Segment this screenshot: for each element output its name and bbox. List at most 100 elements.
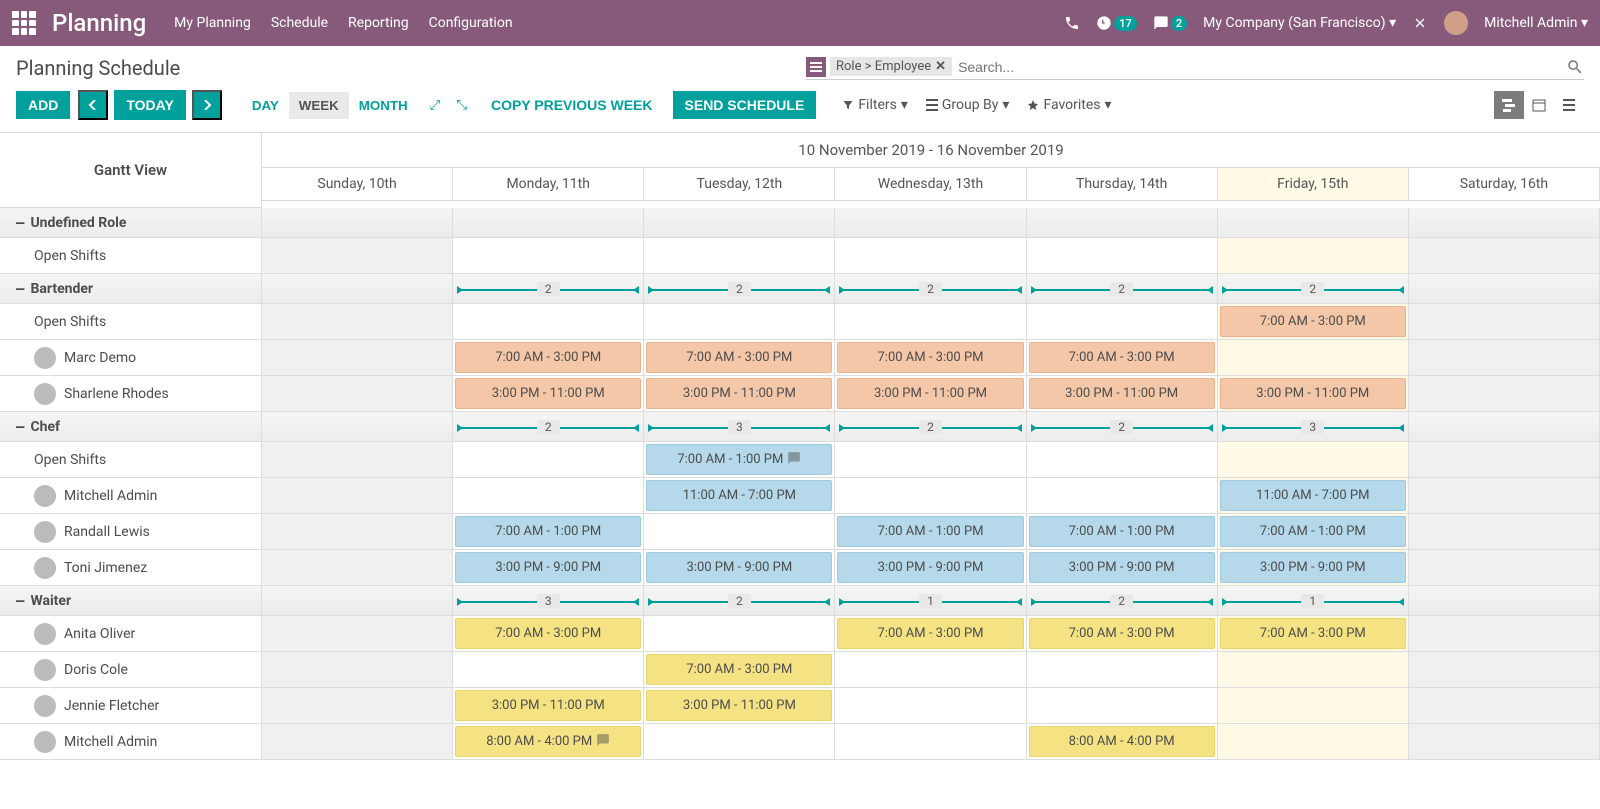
shift-cell[interactable] bbox=[1409, 238, 1600, 273]
shift-cell[interactable]: 11:00 AM - 7:00 PM bbox=[1218, 478, 1409, 513]
shift-cell[interactable] bbox=[262, 340, 453, 375]
shift-block[interactable]: 3:00 PM - 11:00 PM bbox=[837, 378, 1023, 409]
copy-previous-week-button[interactable]: COPY PREVIOUS WEEK bbox=[491, 97, 653, 113]
shift-cell[interactable]: 7:00 AM - 3:00 PM bbox=[1218, 304, 1409, 339]
shift-cell[interactable]: 3:00 PM - 9:00 PM bbox=[1218, 550, 1409, 585]
shift-block[interactable]: 7:00 AM - 3:00 PM bbox=[455, 618, 641, 649]
shift-cell[interactable] bbox=[262, 550, 453, 585]
shift-block[interactable]: 7:00 AM - 3:00 PM bbox=[1029, 618, 1215, 649]
shift-cell[interactable] bbox=[644, 514, 835, 549]
send-schedule-button[interactable]: SEND SCHEDULE bbox=[673, 91, 817, 119]
shift-cell[interactable] bbox=[1409, 304, 1600, 339]
shift-cell[interactable] bbox=[1409, 724, 1600, 759]
view-gantt[interactable] bbox=[1494, 91, 1524, 119]
shift-block[interactable]: 3:00 PM - 9:00 PM bbox=[1220, 552, 1406, 583]
shift-cell[interactable]: 3:00 PM - 11:00 PM bbox=[1218, 376, 1409, 411]
shift-cell[interactable] bbox=[1027, 304, 1218, 339]
shift-cell[interactable]: 7:00 AM - 1:00 PM bbox=[1027, 514, 1218, 549]
brand-title[interactable]: Planning bbox=[52, 9, 146, 37]
shift-cell[interactable]: 7:00 AM - 1:00 PM bbox=[644, 442, 835, 477]
shift-block[interactable]: 8:00 AM - 4:00 PM bbox=[1029, 726, 1215, 757]
shift-cell[interactable] bbox=[644, 724, 835, 759]
shift-block[interactable]: 7:00 AM - 3:00 PM bbox=[646, 342, 832, 373]
shift-cell[interactable]: 8:00 AM - 4:00 PM bbox=[453, 724, 644, 759]
shift-cell[interactable]: 7:00 AM - 3:00 PM bbox=[835, 616, 1026, 651]
shift-block[interactable]: 7:00 AM - 3:00 PM bbox=[1220, 306, 1406, 337]
shift-cell[interactable]: 7:00 AM - 3:00 PM bbox=[453, 340, 644, 375]
shift-block[interactable]: 7:00 AM - 1:00 PM bbox=[1029, 516, 1215, 547]
shift-cell[interactable]: 7:00 AM - 3:00 PM bbox=[1027, 616, 1218, 651]
shift-cell[interactable]: 3:00 PM - 9:00 PM bbox=[835, 550, 1026, 585]
close-icon[interactable] bbox=[1412, 15, 1428, 31]
shift-cell[interactable] bbox=[1027, 652, 1218, 687]
shift-cell[interactable] bbox=[644, 238, 835, 273]
shift-cell[interactable]: 3:00 PM - 9:00 PM bbox=[453, 550, 644, 585]
shift-cell[interactable] bbox=[1409, 514, 1600, 549]
shift-cell[interactable] bbox=[835, 238, 1026, 273]
search-chip-toggle[interactable] bbox=[806, 57, 826, 77]
shift-block[interactable]: 7:00 AM - 1:00 PM bbox=[1220, 516, 1406, 547]
shift-cell[interactable]: 7:00 AM - 3:00 PM bbox=[644, 340, 835, 375]
shift-cell[interactable] bbox=[262, 304, 453, 339]
shift-cell[interactable] bbox=[262, 376, 453, 411]
shift-cell[interactable] bbox=[1218, 724, 1409, 759]
shift-cell[interactable] bbox=[835, 304, 1026, 339]
shift-cell[interactable] bbox=[1027, 478, 1218, 513]
nav-reporting[interactable]: Reporting bbox=[348, 15, 409, 31]
shift-block[interactable]: 3:00 PM - 9:00 PM bbox=[837, 552, 1023, 583]
group-row[interactable]: —Chef23223 bbox=[0, 412, 1600, 442]
filters-dropdown[interactable]: Filters ▾ bbox=[842, 97, 908, 113]
apps-icon[interactable] bbox=[12, 11, 36, 35]
group-row[interactable]: —Bartender22222 bbox=[0, 274, 1600, 304]
shift-cell[interactable]: 3:00 PM - 11:00 PM bbox=[1027, 376, 1218, 411]
shift-cell[interactable] bbox=[1409, 442, 1600, 477]
shift-cell[interactable] bbox=[1409, 478, 1600, 513]
shift-cell[interactable] bbox=[453, 652, 644, 687]
shift-block[interactable]: 7:00 AM - 1:00 PM bbox=[455, 516, 641, 547]
shift-cell[interactable] bbox=[453, 442, 644, 477]
shift-cell[interactable] bbox=[835, 442, 1026, 477]
shift-cell[interactable] bbox=[262, 724, 453, 759]
group-row[interactable]: —Undefined Role bbox=[0, 208, 1600, 238]
shift-cell[interactable]: 3:00 PM - 11:00 PM bbox=[453, 376, 644, 411]
shift-cell[interactable]: 3:00 PM - 9:00 PM bbox=[644, 550, 835, 585]
group-row[interactable]: —Waiter32121 bbox=[0, 586, 1600, 616]
shift-cell[interactable] bbox=[1409, 376, 1600, 411]
shift-block[interactable]: 7:00 AM - 1:00 PM bbox=[646, 444, 832, 475]
add-button[interactable]: ADD bbox=[16, 91, 70, 119]
range-week[interactable]: WEEK bbox=[289, 92, 349, 119]
nav-schedule[interactable]: Schedule bbox=[271, 15, 328, 31]
shift-cell[interactable]: 11:00 AM - 7:00 PM bbox=[644, 478, 835, 513]
shift-block[interactable]: 3:00 PM - 11:00 PM bbox=[1220, 378, 1406, 409]
shift-cell[interactable] bbox=[1409, 340, 1600, 375]
shift-cell[interactable] bbox=[262, 688, 453, 723]
shift-cell[interactable] bbox=[1409, 652, 1600, 687]
shift-cell[interactable] bbox=[262, 514, 453, 549]
today-button[interactable]: TODAY bbox=[114, 90, 185, 120]
shift-block[interactable]: 3:00 PM - 11:00 PM bbox=[1029, 378, 1215, 409]
shift-cell[interactable]: 7:00 AM - 3:00 PM bbox=[644, 652, 835, 687]
shift-block[interactable]: 7:00 AM - 3:00 PM bbox=[837, 342, 1023, 373]
favorites-dropdown[interactable]: Favorites ▾ bbox=[1027, 97, 1111, 113]
shift-block[interactable]: 3:00 PM - 11:00 PM bbox=[455, 690, 641, 721]
shift-cell[interactable]: 3:00 PM - 11:00 PM bbox=[453, 688, 644, 723]
nav-configuration[interactable]: Configuration bbox=[429, 15, 513, 31]
shift-cell[interactable]: 3:00 PM - 11:00 PM bbox=[835, 376, 1026, 411]
shift-cell[interactable]: 7:00 AM - 1:00 PM bbox=[835, 514, 1026, 549]
shift-block[interactable]: 7:00 AM - 1:00 PM bbox=[837, 516, 1023, 547]
shift-cell[interactable] bbox=[1409, 616, 1600, 651]
shift-cell[interactable] bbox=[1218, 688, 1409, 723]
shift-cell[interactable] bbox=[1409, 550, 1600, 585]
collapse-icon-btn[interactable]: ⤡ bbox=[452, 93, 471, 117]
groupby-dropdown[interactable]: Group By ▾ bbox=[926, 97, 1010, 113]
shift-block[interactable]: 8:00 AM - 4:00 PM bbox=[455, 726, 641, 757]
shift-block[interactable]: 11:00 AM - 7:00 PM bbox=[1220, 480, 1406, 511]
search-chip-remove-icon[interactable]: ✕ bbox=[935, 59, 946, 74]
shift-cell[interactable]: 8:00 AM - 4:00 PM bbox=[1027, 724, 1218, 759]
shift-cell[interactable] bbox=[262, 616, 453, 651]
shift-cell[interactable] bbox=[1218, 652, 1409, 687]
shift-cell[interactable]: 7:00 AM - 1:00 PM bbox=[453, 514, 644, 549]
search-icon[interactable] bbox=[1566, 58, 1584, 76]
shift-cell[interactable] bbox=[1409, 688, 1600, 723]
phone-icon[interactable] bbox=[1064, 15, 1080, 31]
